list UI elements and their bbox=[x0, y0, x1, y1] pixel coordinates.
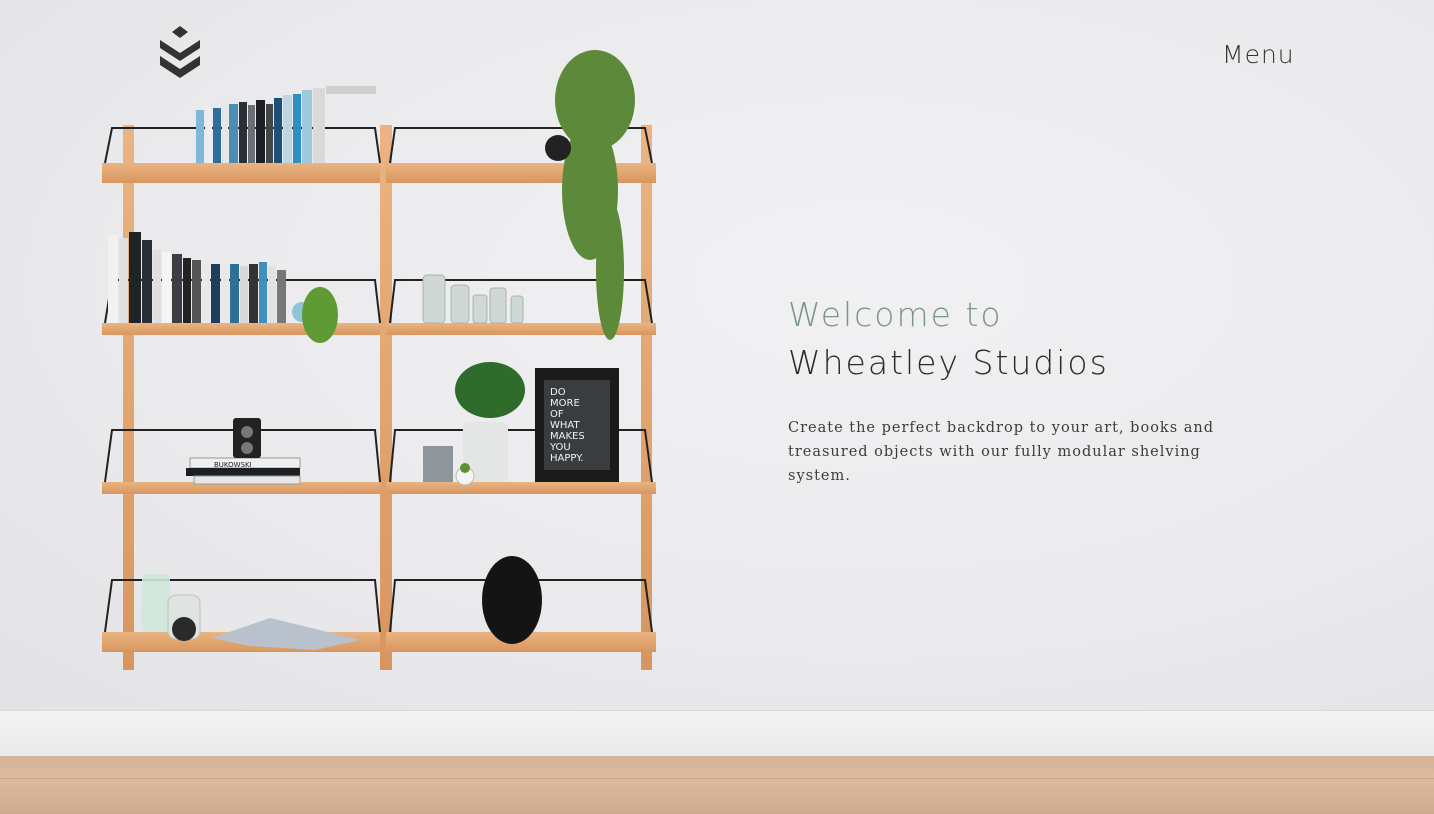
poster-line: OF bbox=[550, 409, 564, 420]
poster-line: MAKES bbox=[550, 431, 585, 442]
poster-line: HAPPY. bbox=[550, 453, 583, 464]
wood-floor bbox=[0, 756, 1434, 814]
poster-line: MORE bbox=[550, 398, 580, 409]
poster-line: YOU bbox=[549, 442, 571, 453]
baseboard bbox=[0, 710, 1434, 757]
hero-section: Welcome to Wheatley Studios Create the p… bbox=[788, 292, 1268, 503]
poster-line: DO bbox=[550, 387, 566, 398]
menu-button[interactable]: Menu bbox=[1222, 40, 1302, 76]
book-spine-text: BUKOWSKI bbox=[214, 461, 252, 469]
poster-text: DO MORE OF WHAT MAKES YOU HAPPY. bbox=[549, 387, 585, 464]
hero-title: Wheatley Studios bbox=[788, 343, 1109, 382]
hero-welcome: Welcome to bbox=[788, 295, 1003, 334]
poster-line: WHAT bbox=[550, 420, 580, 431]
shelving-photo: DO MORE OF WHAT MAKES YOU HAPPY. BUKOWSK… bbox=[102, 50, 656, 670]
hero-description: Create the perfect backdrop to your art,… bbox=[788, 420, 1215, 484]
